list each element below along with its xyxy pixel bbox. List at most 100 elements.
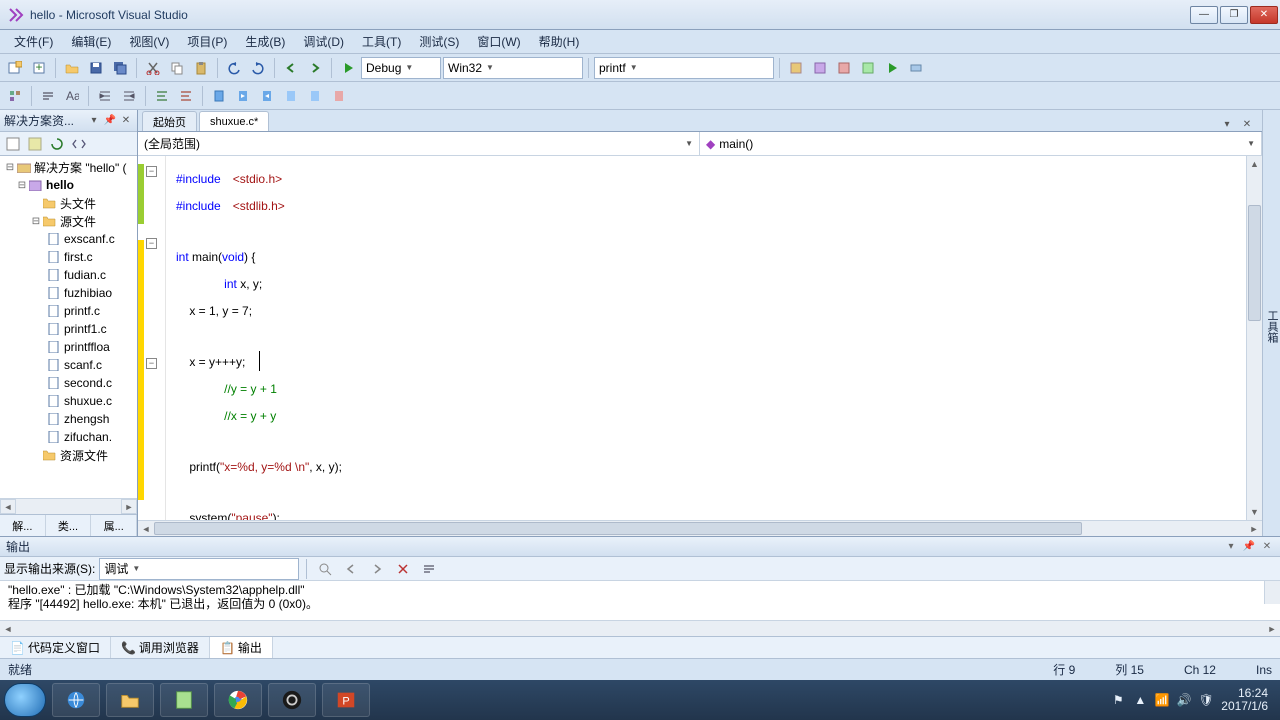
member-combo[interactable]: ◆main()▼ xyxy=(700,132,1262,155)
output-text[interactable]: "hello.exe" : 已加载 "C:\Windows\System32\a… xyxy=(0,581,1280,620)
menu-help[interactable]: 帮助(H) xyxy=(531,31,588,52)
paste-button[interactable] xyxy=(190,57,212,79)
solution-hscroll[interactable]: ◄► xyxy=(0,498,137,514)
tray-up-icon[interactable]: ▲ xyxy=(1133,693,1147,707)
task-ppt[interactable]: P xyxy=(322,683,370,717)
output-hscroll[interactable]: ◄► xyxy=(0,620,1280,636)
editor-vscroll[interactable]: ▲▼ xyxy=(1246,156,1262,520)
tree-file[interactable]: zhengsh xyxy=(0,410,137,428)
menu-project[interactable]: 项目(P) xyxy=(179,31,235,52)
tree-file[interactable]: fuzhibiao xyxy=(0,284,137,302)
output-prev-button[interactable] xyxy=(340,558,362,580)
bookmark-next-button[interactable] xyxy=(256,85,278,107)
system-tray[interactable]: ⚑ ▲ 📶 🔊 🛡 16:24 2017/1/6 xyxy=(1111,687,1276,713)
new-project-button[interactable] xyxy=(4,57,26,79)
menu-view[interactable]: 视图(V) xyxy=(121,31,177,52)
indent-dec-button[interactable] xyxy=(94,85,116,107)
tree-file[interactable]: fudian.c xyxy=(0,266,137,284)
panel-dropdown-button[interactable]: ▾ xyxy=(87,114,101,128)
output-close-button[interactable]: ✕ xyxy=(1260,540,1274,554)
panel-pin-button[interactable]: 📌 xyxy=(103,114,117,128)
menu-build[interactable]: 生成(B) xyxy=(237,31,293,52)
tree-file[interactable]: second.c xyxy=(0,374,137,392)
task-chrome[interactable] xyxy=(214,683,262,717)
task-notepadpp[interactable] xyxy=(160,683,208,717)
output-pin-button[interactable]: 📌 xyxy=(1242,540,1256,554)
tray-flag-icon[interactable]: ⚑ xyxy=(1111,693,1125,707)
nav-fwd-button[interactable] xyxy=(304,57,326,79)
tab-code-def[interactable]: 📄代码定义窗口 xyxy=(0,637,111,658)
tray-volume-icon[interactable]: 🔊 xyxy=(1177,693,1191,707)
minimize-button[interactable]: — xyxy=(1190,6,1218,24)
bookmark-prev-button[interactable] xyxy=(232,85,254,107)
output-wrap-button[interactable] xyxy=(418,558,440,580)
indent-inc-button[interactable] xyxy=(118,85,140,107)
output-dropdown-button[interactable]: ▾ xyxy=(1224,540,1238,554)
menu-test[interactable]: 测试(S) xyxy=(411,31,467,52)
output-find-button[interactable] xyxy=(314,558,336,580)
tree-file[interactable]: exscanf.c xyxy=(0,230,137,248)
close-button[interactable]: ✕ xyxy=(1250,6,1278,24)
copy-button[interactable] xyxy=(166,57,188,79)
casesens-button[interactable]: Aa xyxy=(61,85,83,107)
tree-file[interactable]: scanf.c xyxy=(0,356,137,374)
start-button[interactable] xyxy=(4,683,46,717)
panel-close-button[interactable]: ✕ xyxy=(119,114,133,128)
tree-file[interactable]: shuxue.c xyxy=(0,392,137,410)
start-debug-button[interactable] xyxy=(337,57,359,79)
code-editor[interactable]: − − − #include <stdio.h> #include <stdli… xyxy=(138,156,1262,520)
menu-file[interactable]: 文件(F) xyxy=(6,31,61,52)
output-vscroll[interactable] xyxy=(1264,581,1280,604)
task-obs[interactable] xyxy=(268,683,316,717)
find-combo[interactable]: printf▼ xyxy=(594,57,774,79)
bookmark-clear-button[interactable] xyxy=(328,85,350,107)
tree-file[interactable]: printf1.c xyxy=(0,320,137,338)
tray-network-icon[interactable]: 📶 xyxy=(1155,693,1169,707)
tab-shuxue[interactable]: shuxue.c* xyxy=(199,111,269,131)
save-button[interactable] xyxy=(85,57,107,79)
output-source-combo[interactable]: 调试▼ xyxy=(99,558,299,580)
tree-solution[interactable]: ⊟解决方案 "hello" ( xyxy=(0,158,137,176)
task-ie[interactable] xyxy=(52,683,100,717)
task-explorer[interactable] xyxy=(106,683,154,717)
show-all-button[interactable] xyxy=(26,135,44,153)
tree-folder-resources[interactable]: 资源文件 xyxy=(0,446,137,464)
config-combo[interactable]: Debug▼ xyxy=(361,57,441,79)
output-next-button[interactable] xyxy=(366,558,388,580)
menu-tools[interactable]: 工具(T) xyxy=(354,31,409,52)
tree-folder-headers[interactable]: 头文件 xyxy=(0,194,137,212)
view-code-button[interactable] xyxy=(70,135,88,153)
tree-project[interactable]: ⊟hello xyxy=(0,176,137,194)
undo-button[interactable] xyxy=(223,57,245,79)
tab-dropdown-button[interactable]: ▾ xyxy=(1220,117,1234,131)
tab-close-button[interactable]: ✕ xyxy=(1240,117,1254,131)
btn-b[interactable] xyxy=(809,57,831,79)
tree-file[interactable]: first.c xyxy=(0,248,137,266)
tab-solution[interactable]: 解... xyxy=(0,515,46,536)
save-all-button[interactable] xyxy=(109,57,131,79)
properties-button[interactable] xyxy=(4,135,22,153)
tree-file[interactable]: printf.c xyxy=(0,302,137,320)
platform-combo[interactable]: Win32▼ xyxy=(443,57,583,79)
open-button[interactable] xyxy=(61,57,83,79)
tab-props[interactable]: 属... xyxy=(91,515,137,536)
btn-d[interactable] xyxy=(857,57,879,79)
comment-button[interactable] xyxy=(151,85,173,107)
menu-edit[interactable]: 编辑(E) xyxy=(63,31,119,52)
nav-back-button[interactable] xyxy=(280,57,302,79)
menu-window[interactable]: 窗口(W) xyxy=(469,31,528,52)
tree-file[interactable]: zifuchan. xyxy=(0,428,137,446)
bookmark-nextdoc-button[interactable] xyxy=(304,85,326,107)
tree-folder-sources[interactable]: ⊟源文件 xyxy=(0,212,137,230)
btn-e[interactable] xyxy=(881,57,903,79)
tab-call-browser[interactable]: 📞调用浏览器 xyxy=(111,637,210,658)
tree-file[interactable]: printffloa xyxy=(0,338,137,356)
bookmark-prevdoc-button[interactable] xyxy=(280,85,302,107)
tray-shield-icon[interactable]: 🛡 xyxy=(1199,693,1213,707)
output-clear-button[interactable] xyxy=(392,558,414,580)
add-item-button[interactable]: + xyxy=(28,57,50,79)
maximize-button[interactable]: ❐ xyxy=(1220,6,1248,24)
menu-debug[interactable]: 调试(D) xyxy=(295,31,352,52)
object-browser-button[interactable] xyxy=(4,85,26,107)
btn-c[interactable] xyxy=(833,57,855,79)
